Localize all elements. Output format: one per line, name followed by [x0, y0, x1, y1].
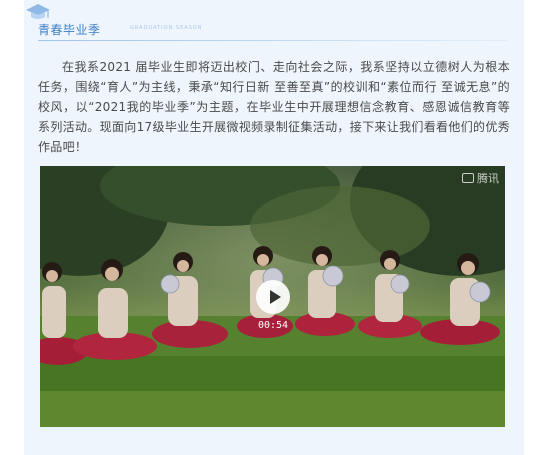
play-icon — [269, 290, 281, 304]
play-button[interactable] — [256, 280, 290, 314]
section-title: 青春毕业季 — [38, 23, 101, 37]
video-player[interactable]: 腾讯 00:54 — [40, 166, 505, 427]
video-watermark: 腾讯 — [462, 170, 499, 186]
graduation-cap-icon — [26, 4, 50, 19]
video-watermark-icon — [462, 173, 474, 183]
video-duration: 00:54 — [257, 320, 289, 331]
section-subtitle: GRADUATION SEASON — [130, 25, 203, 31]
watermark-text: 腾讯 — [477, 172, 499, 185]
section-header: 青春毕业季 GRADUATION SEASON — [24, 0, 524, 41]
article-card: 青春毕业季 GRADUATION SEASON 在我系2021 届毕业生即将迈出… — [24, 0, 524, 455]
intro-paragraph: 在我系2021 届毕业生即将迈出校门、走向社会之际，我系坚持以立德树人为根本任务… — [38, 60, 510, 154]
header-divider — [38, 40, 508, 41]
